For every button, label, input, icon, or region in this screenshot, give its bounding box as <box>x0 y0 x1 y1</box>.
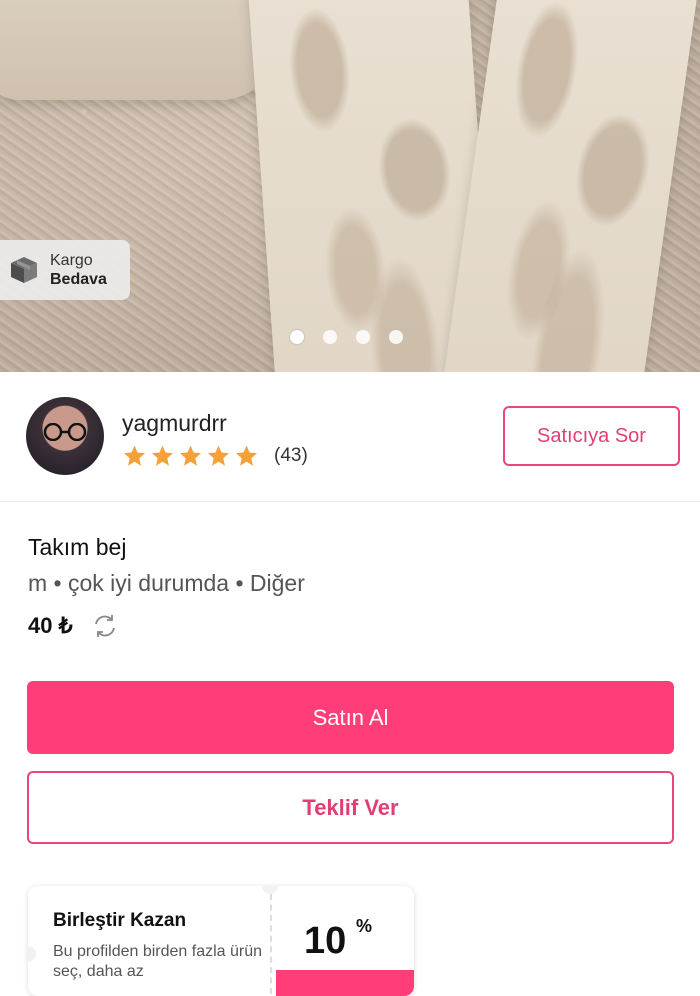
seller-section: yagmurdrr (43) Satıcıya Sor <box>0 372 700 502</box>
ask-seller-button[interactable]: Satıcıya Sor <box>503 406 680 466</box>
make-offer-button[interactable]: Teklif Ver <box>27 771 674 844</box>
free-shipping-line2: Bedava <box>50 271 107 288</box>
star-icon <box>152 445 173 466</box>
star-icon <box>180 445 201 466</box>
bundle-description: Bu profilden birden fazla ürün seç, daha… <box>53 943 263 980</box>
carousel-dot[interactable] <box>389 330 403 344</box>
photo-top-garment <box>0 0 280 100</box>
product-title: Takım bej <box>28 534 127 560</box>
discount-accent-bar <box>276 970 414 996</box>
price-row: 40 ₺ <box>28 612 119 640</box>
free-shipping-line1: Kargo <box>50 252 93 269</box>
product-photo[interactable]: Kargo Bedava <box>0 0 700 372</box>
coupon-divider <box>270 894 272 994</box>
star-icon <box>124 445 145 466</box>
carousel-dot[interactable] <box>323 330 337 344</box>
percent-sign: % <box>356 916 373 936</box>
free-shipping-badge: Kargo Bedava <box>0 240 130 300</box>
product-price: 40 ₺ <box>28 613 73 638</box>
star-icon <box>236 445 257 466</box>
product-meta: m • çok iyi durumda • Diğer <box>28 570 305 596</box>
bundle-title: Birleştir Kazan <box>53 910 187 931</box>
carousel-indicator <box>290 330 403 344</box>
seller-username[interactable]: yagmurdrr <box>122 410 227 437</box>
review-count: (43) <box>274 445 308 466</box>
discount-percent: 10 <box>304 920 347 962</box>
carousel-dot[interactable] <box>356 330 370 344</box>
glasses-graphic <box>43 423 87 441</box>
swap-icon[interactable] <box>91 612 119 640</box>
seller-avatar[interactable] <box>26 397 104 475</box>
star-icon <box>208 445 229 466</box>
box-icon <box>11 257 37 283</box>
seller-rating[interactable]: (43) <box>122 444 308 468</box>
carousel-dot[interactable] <box>290 330 304 344</box>
buy-button[interactable]: Satın Al <box>27 681 674 754</box>
